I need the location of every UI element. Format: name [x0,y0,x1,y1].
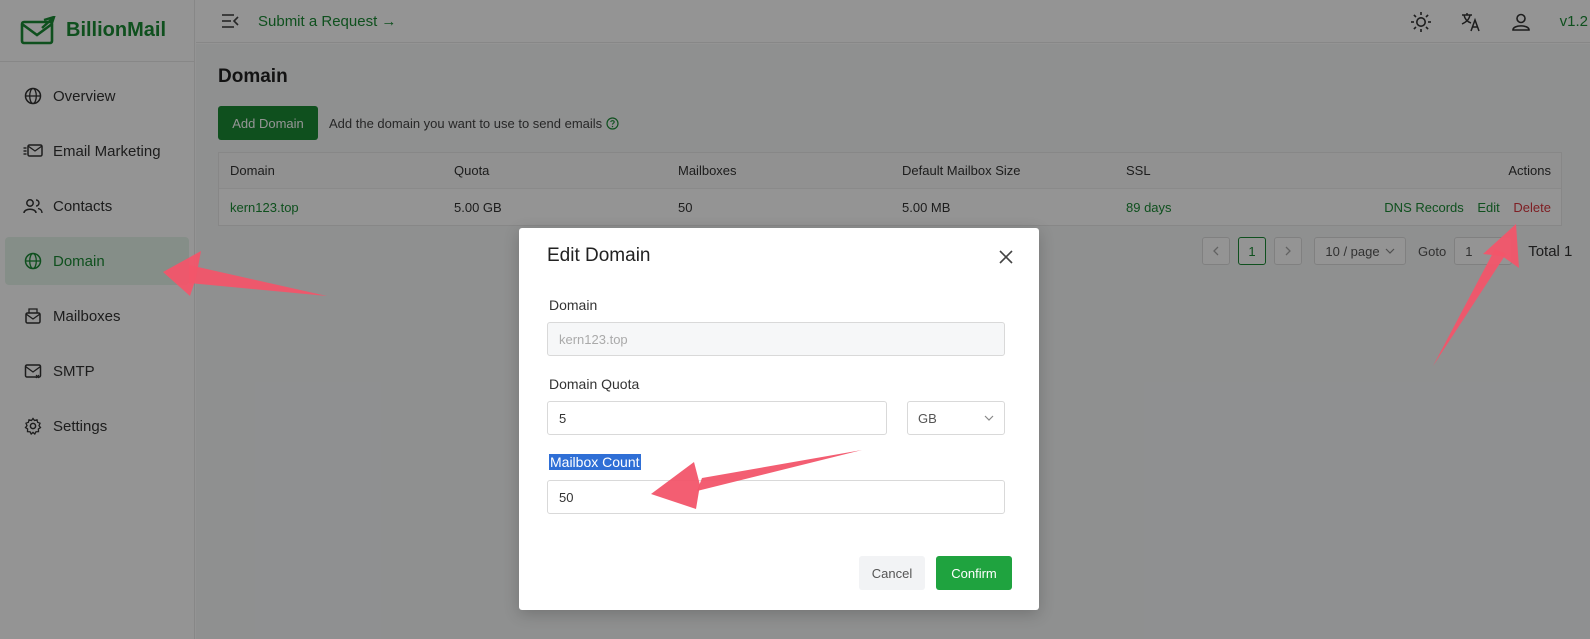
cancel-button[interactable]: Cancel [859,556,925,590]
domain-quota-label: Domain Quota [549,376,640,392]
quota-unit-value: GB [918,410,937,426]
mailbox-count-input[interactable]: 50 [547,480,1005,514]
domain-field-label: Domain [549,297,598,313]
edit-domain-modal: Edit Domain Domain kern123.top Domain Qu… [519,228,1039,610]
quota-unit-select[interactable]: GB [907,401,1005,435]
modal-title: Edit Domain [547,245,651,266]
domain-quota-input[interactable]: 5 [547,401,887,435]
confirm-button[interactable]: Confirm [936,556,1012,590]
mailbox-count-label: Mailbox Count [549,454,641,470]
chevron-down-icon [984,415,994,421]
domain-field: kern123.top [547,322,1005,356]
close-icon[interactable] [997,248,1015,266]
